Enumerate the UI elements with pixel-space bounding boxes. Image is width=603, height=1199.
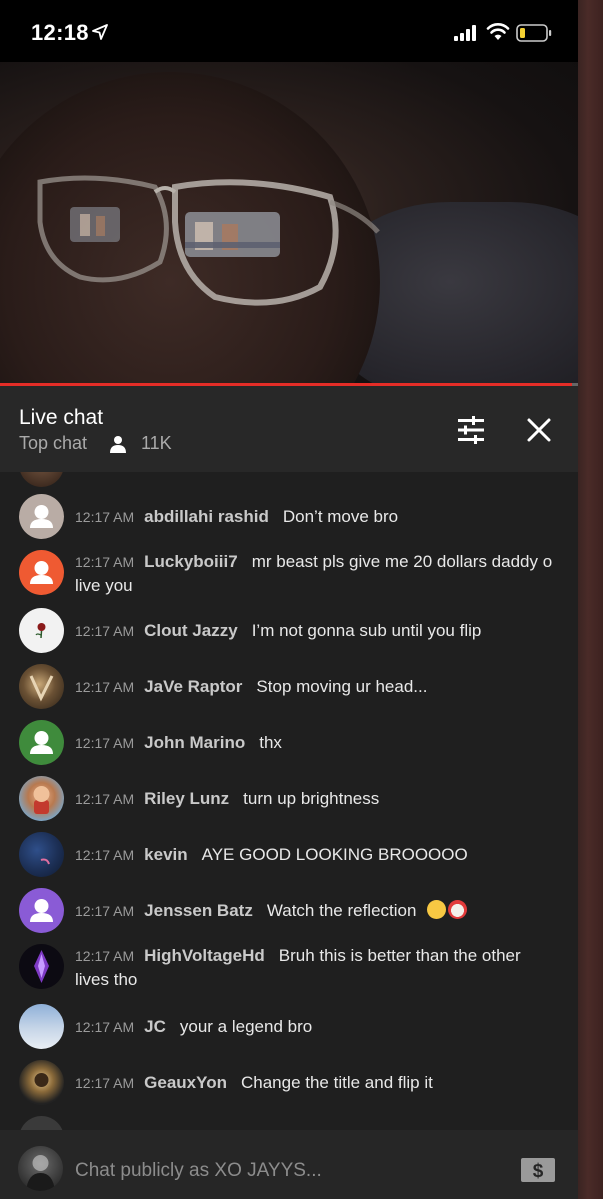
message-time: 12:17 AM <box>75 679 135 695</box>
viewer-count: 11K <box>141 433 172 453</box>
message-author[interactable]: Luckyboiii7 <box>144 552 238 571</box>
status-time: 12:18 <box>31 20 89 45</box>
message-author[interactable]: Clout Jazzy <box>144 621 238 640</box>
clown-emoji <box>448 900 468 919</box>
avatar <box>19 608 64 653</box>
message-author[interactable]: abdillahi rashid <box>144 507 269 526</box>
user-avatar <box>18 1146 63 1191</box>
avatar <box>19 1004 64 1049</box>
message-time: 12:17 AM <box>75 623 135 639</box>
avatar <box>19 944 64 989</box>
chat-input[interactable]: Chat publicly as XO JAYYS... <box>75 1160 322 1182</box>
message-time: 12:17 AM <box>75 847 135 863</box>
message-time: 12:17 AM <box>75 1075 135 1091</box>
avatar <box>19 1116 64 1130</box>
message-text: I’m not gonna sub until you flip <box>251 621 482 640</box>
message-author[interactable]: kevin <box>144 845 187 864</box>
message-text: Bruh this is better than the other <box>278 946 521 965</box>
message-time: 12:17 AM <box>75 509 135 525</box>
avatar <box>19 888 64 933</box>
cellular-signal-icon <box>454 25 476 41</box>
message-time: 12:17 AM <box>75 948 135 964</box>
avatar <box>19 664 64 709</box>
close-chat-icon[interactable] <box>525 416 553 444</box>
avatar <box>19 550 64 595</box>
status-bar: 12:18 <box>0 0 578 62</box>
message-author[interactable]: Jenssen Batz <box>144 901 253 920</box>
chat-mode-selector[interactable]: Top chat <box>19 433 87 454</box>
video-player[interactable] <box>0 62 578 385</box>
message-time: 12:17 AM <box>75 554 135 570</box>
message-text: turn up brightness <box>243 789 380 808</box>
avatar <box>19 494 64 539</box>
message-time: 12:17 AM <box>75 903 135 919</box>
glasses-reflection <box>37 175 380 306</box>
message-author[interactable]: HighVoltageHd <box>144 946 265 965</box>
avatar <box>19 1060 64 1105</box>
message-text: Don’t move bro <box>282 507 399 526</box>
message-text-continued: lives tho <box>75 970 138 989</box>
avatar <box>19 472 64 487</box>
message-author[interactable]: JaVe Raptor <box>144 677 242 696</box>
location-arrow-icon <box>92 24 108 40</box>
chat-filter-sliders-icon[interactable] <box>455 414 487 446</box>
message-text-continued: live you <box>75 576 133 595</box>
message-text: Change the title and flip it <box>240 1073 433 1092</box>
wifi-icon <box>486 23 510 40</box>
chat-message-list[interactable]: 12:17 AM abdillahi rashid Don’t move bro 1… <box>0 472 578 1130</box>
battery-icon <box>516 24 552 42</box>
message-text: Watch the reflection <box>266 901 417 920</box>
laughing-emoji <box>427 900 447 919</box>
chat-input-bar: Chat publicly as XO JAYYS... $ <box>0 1130 578 1199</box>
device-edge <box>578 0 603 1199</box>
message-author[interactable]: GeauxYon <box>144 1073 227 1092</box>
viewers-person-icon <box>110 436 126 453</box>
avatar <box>19 720 64 765</box>
avatar <box>19 776 64 821</box>
message-author[interactable]: Riley Lunz <box>144 789 229 808</box>
chat-header: Live chat Top chat 11K <box>0 386 578 472</box>
message-time: 12:17 AM <box>75 735 135 751</box>
message-text: mr beast pls give me 20 dollars daddy o <box>251 552 553 571</box>
svg-text:$: $ <box>533 1161 544 1182</box>
message-time: 12:17 AM <box>75 791 135 807</box>
message-time: 12:17 AM <box>75 1019 135 1035</box>
avatar <box>19 832 64 877</box>
message-text: your a legend bro <box>179 1017 313 1036</box>
chat-title: Live chat <box>19 406 104 429</box>
super-chat-dollar-icon[interactable]: $ <box>520 1157 556 1183</box>
message-text: Stop moving ur head... <box>256 677 428 696</box>
message-text: AYE GOOD LOOKING BROOOOO <box>201 845 468 864</box>
message-text: thx <box>259 733 282 752</box>
phone-screen: 12:18 Live chat Top chat 11K 12:17 AM ab… <box>0 0 578 1199</box>
message-author[interactable]: JC <box>144 1017 166 1036</box>
message-author[interactable]: John Marino <box>144 733 245 752</box>
